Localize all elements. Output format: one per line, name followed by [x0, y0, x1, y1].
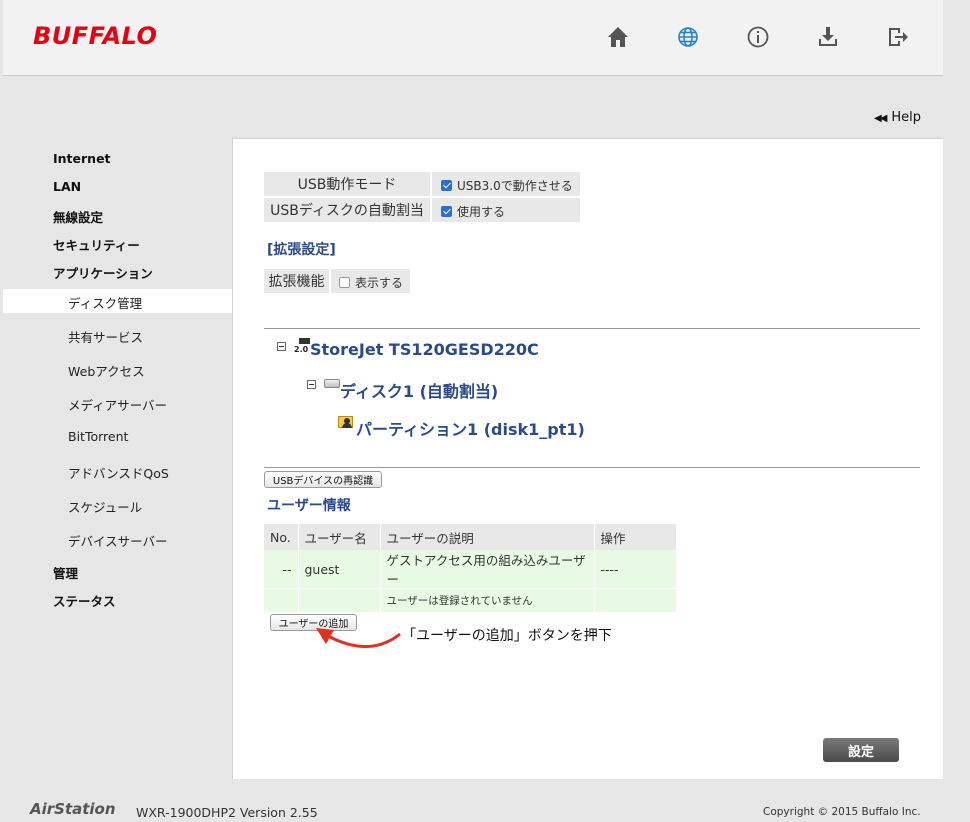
col-description: ユーザーの説明: [380, 524, 595, 550]
col-operation: 操作: [594, 524, 677, 550]
page-edge: [943, 0, 970, 822]
annotation-arrow-icon: [316, 628, 401, 648]
disk-collapse-toggle[interactable]: [307, 380, 316, 389]
row-no: --: [264, 550, 299, 589]
auto-assign-checkbox[interactable]: [441, 205, 452, 217]
nav-disk-management[interactable]: ディスク管理: [68, 293, 142, 312]
device-collapse-toggle[interactable]: [277, 342, 286, 351]
nav-application[interactable]: アプリケーション: [53, 263, 153, 282]
nav-security[interactable]: セキュリティー: [53, 235, 140, 254]
download-icon[interactable]: [815, 24, 841, 50]
copyright: Copyright © 2015 Buffalo Inc.: [763, 806, 921, 818]
usb-device-icon: 2.0: [294, 338, 310, 356]
extended-feature-option[interactable]: 表示する: [331, 269, 410, 293]
nav-web-access[interactable]: Webアクセス: [68, 361, 145, 380]
usb-mode-checkbox[interactable]: [441, 179, 452, 191]
partition-folder-icon: [338, 414, 355, 429]
col-no: No.: [264, 524, 299, 550]
user-table: No. ユーザー名 ユーザーの説明 操作 -- guest ゲストアクセス用の組…: [264, 524, 677, 613]
nav-bittorrent[interactable]: BitTorrent: [68, 429, 128, 444]
user-table-header: No. ユーザー名 ユーザーの説明 操作: [264, 524, 677, 550]
row-username: guest: [298, 550, 381, 589]
home-icon[interactable]: [605, 24, 631, 50]
empty-cell: [298, 588, 381, 613]
tree-disk-name[interactable]: ディスク1 (自動割当): [340, 378, 498, 402]
nav-status[interactable]: ステータス: [53, 591, 116, 610]
header-bar: BUFFALO: [3, 0, 943, 76]
usb-mode-option[interactable]: USB3.0で動作させる: [432, 172, 580, 196]
nav-media-server[interactable]: メディアサーバー: [68, 395, 167, 414]
logout-icon[interactable]: [885, 24, 911, 50]
nav-wireless[interactable]: 無線設定: [53, 207, 103, 226]
extended-feature-option-label: 表示する: [355, 276, 404, 290]
airstation-logo: AirStation: [30, 800, 116, 818]
nav-internet[interactable]: Internet: [53, 151, 111, 166]
nav-advanced-qos[interactable]: アドバンスドQoS: [68, 463, 169, 482]
globe-icon[interactable]: [675, 24, 701, 50]
table-row: -- guest ゲストアクセス用の組み込みユーザー ----: [264, 550, 677, 589]
tree-device-name[interactable]: StoreJet TS120GESD220C: [310, 340, 539, 359]
buffalo-logo: BUFFALO: [33, 22, 158, 50]
nav-device-server[interactable]: デバイスサーバー: [68, 531, 168, 550]
model-version: WXR-1900DHP2 Version 2.55: [136, 805, 318, 820]
empty-cell: [264, 588, 299, 613]
nav-lan[interactable]: LAN: [53, 179, 81, 194]
help-label: Help: [891, 110, 922, 125]
disk-drive-icon: [324, 379, 340, 388]
col-username: ユーザー名: [298, 524, 381, 550]
nav-schedule[interactable]: スケジュール: [68, 497, 142, 516]
auto-assign-label: USBディスクの自動割当: [264, 198, 430, 222]
info-icon[interactable]: [745, 24, 771, 50]
row-operation: ----: [594, 550, 677, 589]
nav-share-service[interactable]: 共有サービス: [68, 327, 143, 346]
empty-cell: [594, 588, 677, 613]
auto-assign-option-label: 使用する: [457, 205, 506, 219]
apply-settings-button[interactable]: 設定: [823, 738, 899, 762]
annotation-text: 「ユーザーの追加」ボタンを押下: [402, 628, 612, 644]
divider-bottom: [264, 467, 920, 468]
help-link[interactable]: ◀◀ Help: [874, 110, 921, 125]
extended-feature-checkbox[interactable]: [339, 276, 350, 288]
no-users-message: ユーザーは登録されていません: [380, 588, 595, 613]
user-info-title: ユーザー情報: [267, 498, 351, 514]
tree-partition-name[interactable]: パーティション1 (disk1_pt1): [356, 416, 585, 440]
content-panel: [232, 138, 943, 779]
nav-admin[interactable]: 管理: [53, 563, 78, 582]
usb-mode-label: USB動作モード: [264, 172, 430, 196]
usb-mode-option-label: USB3.0で動作させる: [457, 179, 573, 193]
extended-feature-label: 拡張機能: [264, 269, 329, 293]
advanced-settings-title: [拡張設定]: [267, 242, 336, 258]
usb-version-badge: 2.0: [294, 345, 309, 354]
divider-top: [264, 328, 920, 329]
table-row-empty: ユーザーは登録されていません: [264, 588, 677, 613]
row-description: ゲストアクセス用の組み込みユーザー: [380, 550, 595, 589]
double-left-arrow-icon: ◀◀: [874, 113, 887, 124]
usb-redetect-button[interactable]: USBデバイスの再認識: [264, 471, 382, 488]
auto-assign-option[interactable]: 使用する: [432, 198, 580, 222]
